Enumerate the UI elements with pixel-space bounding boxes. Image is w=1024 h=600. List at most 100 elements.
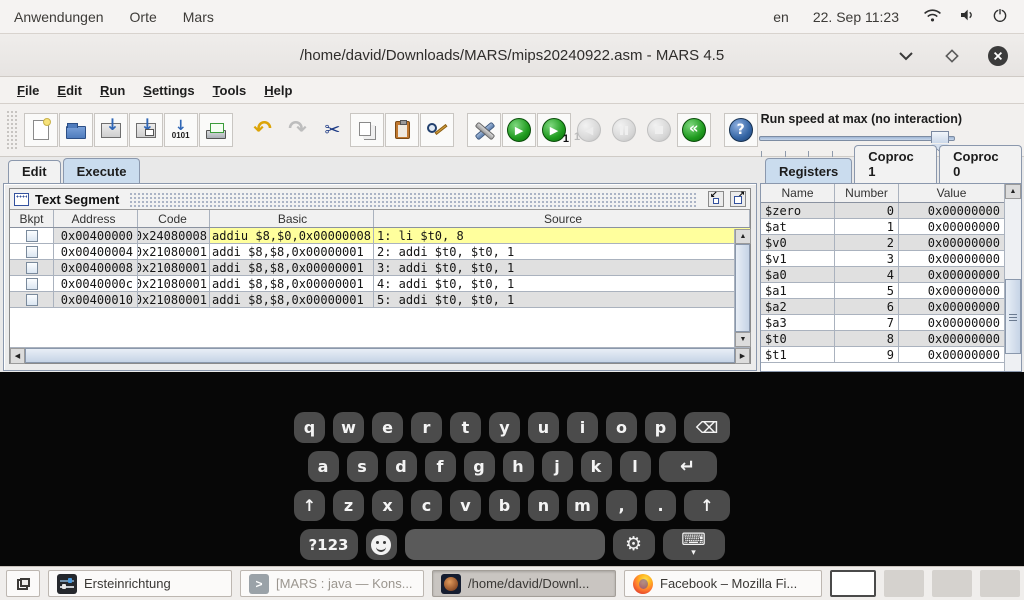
find-replace-button[interactable] bbox=[420, 113, 454, 147]
keyboard-layout-indicator[interactable]: en bbox=[773, 9, 789, 25]
text-segment-vscrollbar[interactable]: ▲ ▼ bbox=[734, 229, 750, 347]
register-row[interactable]: $a0 4 0x00000000 bbox=[761, 267, 1004, 283]
emoji-key[interactable] bbox=[366, 529, 397, 560]
taskbar-empty-button[interactable] bbox=[884, 570, 924, 597]
scroll-thumb[interactable] bbox=[735, 244, 750, 332]
col-name[interactable]: Name bbox=[761, 184, 835, 202]
key-k[interactable]: k bbox=[581, 451, 612, 482]
key-z[interactable]: z bbox=[333, 490, 364, 521]
key-o[interactable]: o bbox=[606, 412, 637, 443]
power-icon[interactable] bbox=[992, 7, 1008, 26]
key-period[interactable]: . bbox=[645, 490, 676, 521]
breakpoint-checkbox[interactable] bbox=[26, 294, 38, 306]
register-row[interactable]: $t0 8 0x00000000 bbox=[761, 331, 1004, 347]
taskbar-item-ersteinrichtung[interactable]: Ersteinrichtung bbox=[48, 570, 232, 597]
new-file-button[interactable] bbox=[24, 113, 58, 147]
frame-minimize-button[interactable]: ↙ bbox=[708, 191, 724, 207]
symbols-key[interactable]: ?123 bbox=[300, 529, 358, 560]
applications-menu[interactable]: Anwendungen bbox=[14, 9, 104, 25]
register-value[interactable]: 0x00000000 bbox=[899, 251, 1004, 266]
taskbar-empty-button[interactable] bbox=[932, 570, 972, 597]
key-s[interactable]: s bbox=[347, 451, 378, 482]
key-comma[interactable]: , bbox=[606, 490, 637, 521]
backspace-key[interactable]: ⌫ bbox=[684, 412, 730, 443]
tab-coproc0[interactable]: Coproc 0 bbox=[939, 145, 1022, 183]
key-p[interactable]: p bbox=[645, 412, 676, 443]
settings-key[interactable]: ⚙ bbox=[613, 529, 655, 560]
key-y[interactable]: y bbox=[489, 412, 520, 443]
key-q[interactable]: q bbox=[294, 412, 325, 443]
scroll-thumb[interactable] bbox=[25, 348, 735, 363]
key-j[interactable]: j bbox=[542, 451, 573, 482]
scroll-left-icon[interactable]: ◀ bbox=[10, 348, 25, 364]
paste-button[interactable] bbox=[385, 113, 419, 147]
help-button[interactable]: ? bbox=[724, 113, 758, 147]
menu-tools[interactable]: Tools bbox=[204, 79, 256, 102]
key-v[interactable]: v bbox=[450, 490, 481, 521]
key-b[interactable]: b bbox=[489, 490, 520, 521]
taskbar-item-konsole[interactable]: > [MARS : java — Kons... bbox=[240, 570, 424, 597]
text-segment-hscrollbar[interactable]: ◀ ▶ bbox=[10, 347, 750, 363]
register-row[interactable]: $v1 3 0x00000000 bbox=[761, 251, 1004, 267]
col-number[interactable]: Number bbox=[835, 184, 899, 202]
breakpoint-checkbox[interactable] bbox=[26, 246, 38, 258]
minimize-button[interactable] bbox=[894, 44, 918, 68]
register-value[interactable]: 0x00000000 bbox=[899, 299, 1004, 314]
menu-help[interactable]: Help bbox=[255, 79, 301, 102]
key-h[interactable]: h bbox=[503, 451, 534, 482]
key-a[interactable]: a bbox=[308, 451, 339, 482]
registers-vscrollbar[interactable]: ▲ bbox=[1004, 184, 1021, 372]
taskbar-empty-button[interactable] bbox=[980, 570, 1020, 597]
slider-thumb[interactable] bbox=[931, 131, 949, 143]
maximize-button[interactable] bbox=[940, 44, 964, 68]
undo-button[interactable]: ↶ bbox=[246, 113, 280, 147]
scroll-up-icon[interactable]: ▲ bbox=[735, 229, 751, 244]
close-button[interactable] bbox=[986, 44, 1010, 68]
table-row[interactable]: 0x00400000 0x24080008 addiu $8,$0,0x0000… bbox=[10, 228, 750, 244]
col-value[interactable]: Value bbox=[899, 184, 1004, 202]
shift-key-left[interactable]: ↑ bbox=[294, 490, 325, 521]
register-value[interactable]: 0x00000000 bbox=[899, 235, 1004, 250]
register-value[interactable]: 0x00000000 bbox=[899, 203, 1004, 218]
register-value[interactable]: 0x00000000 bbox=[899, 315, 1004, 330]
key-c[interactable]: c bbox=[411, 490, 442, 521]
key-i[interactable]: i bbox=[567, 412, 598, 443]
register-value[interactable]: 0x00000000 bbox=[899, 347, 1004, 362]
assemble-button[interactable] bbox=[467, 113, 501, 147]
register-row[interactable]: $at 1 0x00000000 bbox=[761, 219, 1004, 235]
key-w[interactable]: w bbox=[333, 412, 364, 443]
scroll-down-icon[interactable]: ▼ bbox=[735, 332, 751, 347]
places-menu[interactable]: Orte bbox=[130, 9, 157, 25]
frame-maximize-button[interactable]: ↗ bbox=[730, 191, 746, 207]
register-row[interactable]: $a3 7 0x00000000 bbox=[761, 315, 1004, 331]
register-row[interactable]: $t1 9 0x00000000 bbox=[761, 347, 1004, 363]
save-as-button[interactable]: ↓ bbox=[129, 113, 163, 147]
copy-button[interactable] bbox=[350, 113, 384, 147]
tab-coproc1[interactable]: Coproc 1 bbox=[854, 145, 937, 183]
col-basic[interactable]: Basic bbox=[210, 210, 374, 227]
menu-settings[interactable]: Settings bbox=[134, 79, 203, 102]
key-d[interactable]: d bbox=[386, 451, 417, 482]
scroll-up-icon[interactable]: ▲ bbox=[1005, 184, 1021, 199]
menu-file[interactable]: File bbox=[8, 79, 48, 102]
menu-run[interactable]: Run bbox=[91, 79, 134, 102]
space-key[interactable] bbox=[405, 529, 605, 560]
table-row[interactable]: 0x00400008 0x21080001 addi $8,$8,0x00000… bbox=[10, 260, 750, 276]
reset-button[interactable]: « bbox=[677, 113, 711, 147]
col-bkpt[interactable]: Bkpt bbox=[10, 210, 54, 227]
register-value[interactable]: 0x00000000 bbox=[899, 219, 1004, 234]
key-g[interactable]: g bbox=[464, 451, 495, 482]
key-t[interactable]: t bbox=[450, 412, 481, 443]
volume-icon[interactable] bbox=[958, 7, 976, 26]
active-app-menu[interactable]: Mars bbox=[183, 9, 214, 25]
breakpoint-checkbox[interactable] bbox=[26, 262, 38, 274]
slider-track[interactable] bbox=[759, 136, 955, 141]
breakpoint-checkbox[interactable] bbox=[26, 278, 38, 290]
table-row[interactable]: 0x0040000c 0x21080001 addi $8,$8,0x00000… bbox=[10, 276, 750, 292]
key-r[interactable]: r bbox=[411, 412, 442, 443]
scroll-thumb[interactable] bbox=[1005, 279, 1021, 354]
key-u[interactable]: u bbox=[528, 412, 559, 443]
key-e[interactable]: e bbox=[372, 412, 403, 443]
key-l[interactable]: l bbox=[620, 451, 651, 482]
cut-button[interactable]: ✂ bbox=[315, 113, 349, 147]
